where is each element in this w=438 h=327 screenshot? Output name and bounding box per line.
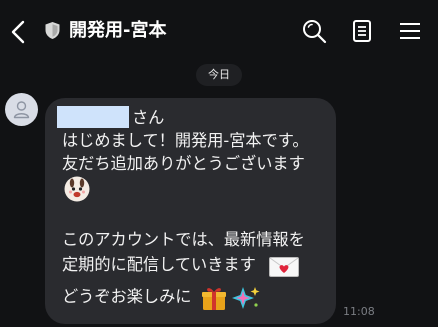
message-line: このアカウントでは、最新情報を [62,230,305,249]
message-timestamp: 11:08 [343,305,375,318]
envelope-heart-icon [269,257,299,277]
date-separator: 今日 [196,64,242,86]
sender-avatar[interactable] [5,93,38,126]
menu-icon[interactable] [395,16,425,46]
shield-icon [45,22,60,39]
message-line: 定期的に配信していきます [62,255,256,274]
sparkle-star-icon [232,287,260,309]
gift-icon [202,288,226,310]
chat-header: 開発用-宮本 [0,0,438,62]
message-line: 友だち追加ありがとうございます [62,154,305,173]
search-icon[interactable] [299,16,329,46]
notes-icon[interactable] [347,16,377,46]
message-greeting-suffix: さん [132,108,165,127]
bunny-face-icon [64,176,90,202]
message-line: どうぞお楽しみに [62,287,192,306]
chat-screen: 開発用-宮本 今日 さん はじめまして！開発用-宮本です。 友だち追加ありがとう [0,0,438,327]
recipient-name-highlight [57,106,129,128]
message-line: はじめまして！開発用-宮本です。 [62,131,309,150]
chat-title: 開発用-宮本 [69,20,167,41]
back-chevron-icon[interactable] [6,18,30,46]
person-icon [13,101,30,119]
